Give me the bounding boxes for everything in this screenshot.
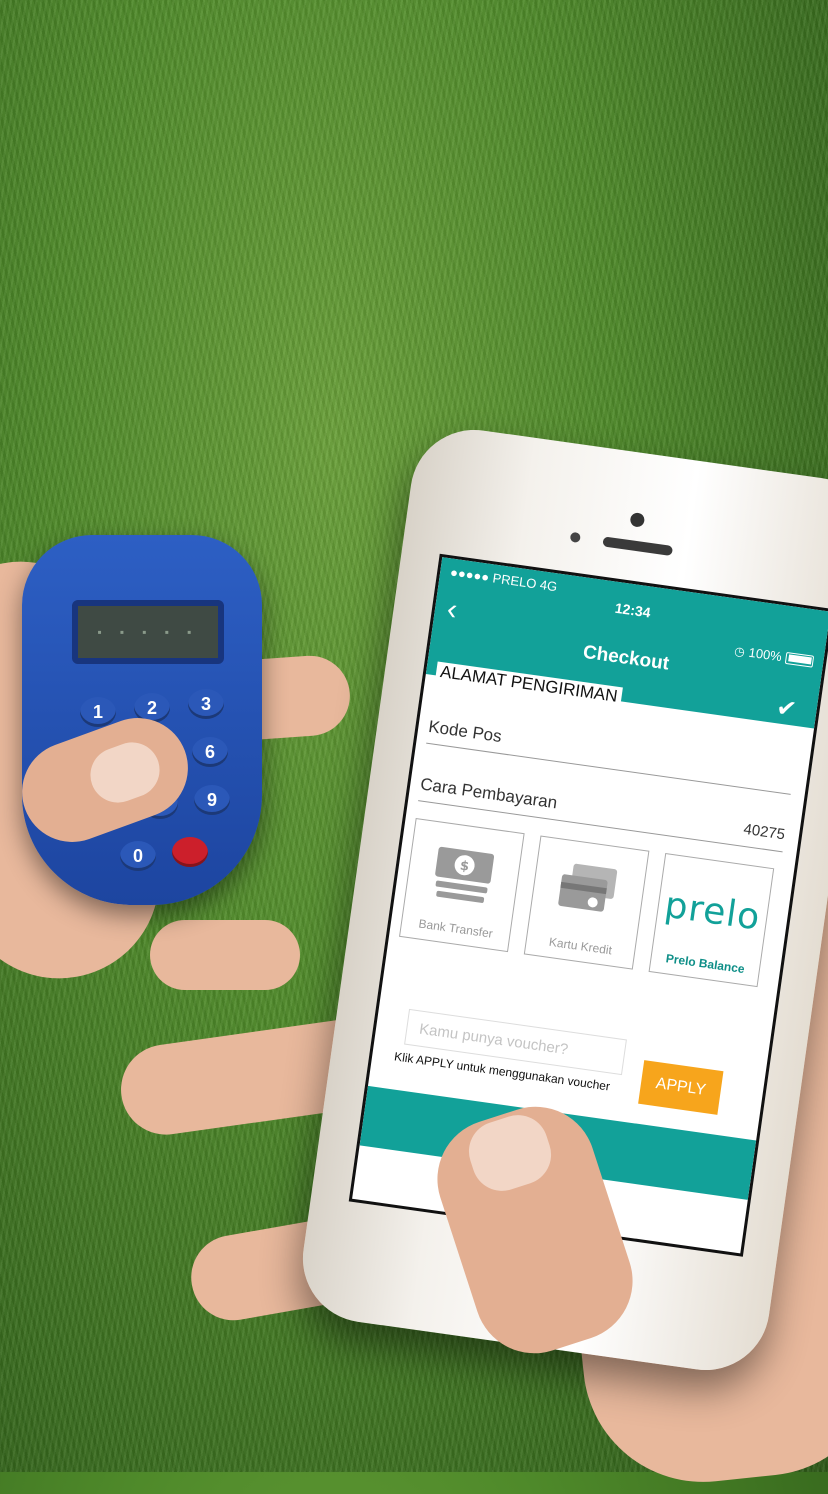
payment-option-bank-transfer[interactable]: $ Bank Transfer: [399, 817, 525, 953]
apply-button[interactable]: APPLY: [638, 1060, 724, 1115]
token-display: ▪ ▪ ▪ ▪ ▪: [72, 600, 224, 664]
credit-card-icon: [558, 863, 618, 912]
payment-option-credit-card[interactable]: Kartu Kredit: [523, 835, 650, 970]
prelo-logo: prelo: [662, 884, 763, 939]
payment-method-label: Cara Pembayaran: [419, 774, 559, 813]
postal-code-value: 40275: [742, 820, 787, 844]
checkmark-icon[interactable]: ✔: [774, 693, 799, 725]
payment-option-prelo-balance[interactable]: prelo Prelo Balance: [648, 853, 775, 988]
token-key-red: [172, 837, 208, 867]
battery-icon: [784, 651, 815, 668]
token-key-9: 9: [194, 785, 230, 815]
alarm-icon: ◷: [733, 643, 746, 659]
token-key-1: 1: [80, 697, 116, 727]
token-key-3: 3: [188, 689, 224, 719]
back-arrow-icon[interactable]: ‹: [445, 592, 459, 626]
payment-option-label: Bank Transfer: [417, 916, 494, 941]
battery-percent: 100%: [747, 644, 783, 665]
postal-code-label: Kode Pos: [427, 716, 503, 747]
left-hand-lower-finger: [150, 920, 300, 990]
token-key-6: 6: [192, 737, 228, 767]
money-icon: $: [435, 846, 495, 903]
token-key-0: 0: [120, 841, 156, 871]
payment-option-label: Prelo Balance: [664, 951, 746, 977]
payment-option-label: Kartu Kredit: [548, 934, 613, 958]
